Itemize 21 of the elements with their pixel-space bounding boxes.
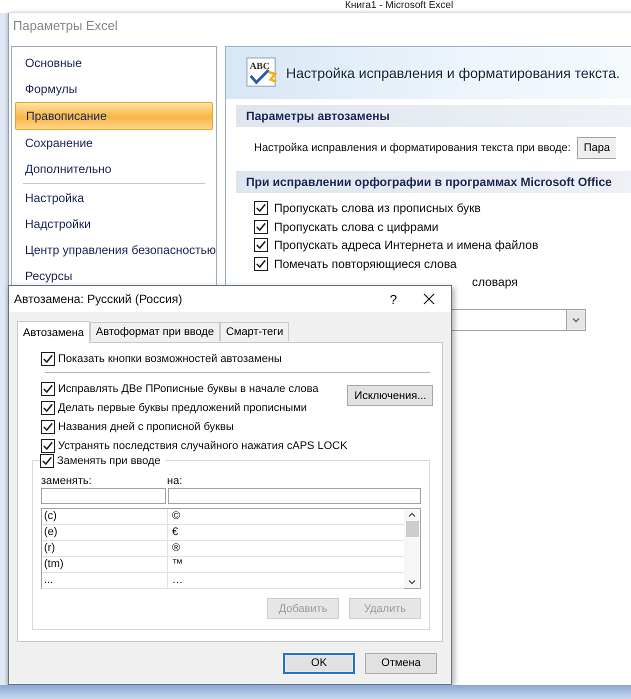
- setting-label: Настройка исправления и форматирования текста при вводе:: [254, 142, 571, 154]
- dialog-title: Автозамена: Русский (Россия): [14, 292, 182, 306]
- field-label: на:: [167, 475, 182, 487]
- checkbox-label: Делать первые буквы предложений прописными: [58, 402, 307, 414]
- checkbox-label: Устранять последствия случайного нажатия cAPS LOCK: [58, 440, 348, 452]
- checkbox-label: Показать кнопки возможностей автозамены: [58, 352, 282, 364]
- window-title: Книга1 - Microsoft Excel: [345, 0, 454, 12]
- header-text: Настройка исправления и форматирования текста.: [286, 65, 620, 81]
- checkbox-label: Исправлять ДВе ПРописные буквы в начале слова: [58, 382, 318, 394]
- checkbox-label: Заменять при вводе: [57, 454, 161, 466]
- field-label: заменять:: [41, 475, 93, 487]
- window-title: Параметры Excel: [12, 17, 119, 35]
- checkbox-label: Пропускать слова с цифрами: [274, 220, 438, 234]
- checkbox-label: Названия дней с прописной буквы: [58, 420, 234, 432]
- checkbox-label: Помечать повторяющиеся слова: [274, 256, 457, 271]
- setting-label: словаря: [472, 275, 518, 289]
- section-header: При исправлении орфографии в программах Microsoft Office: [236, 171, 631, 193]
- checkbox-label: Пропускать слова из прописных букв: [274, 201, 481, 216]
- checkbox-label: Пропускать адреса Интернета и имена файлов: [274, 238, 538, 252]
- spelling-check-icon: ABC: [246, 57, 278, 89]
- section-header: Параметры автозамены: [236, 105, 631, 127]
